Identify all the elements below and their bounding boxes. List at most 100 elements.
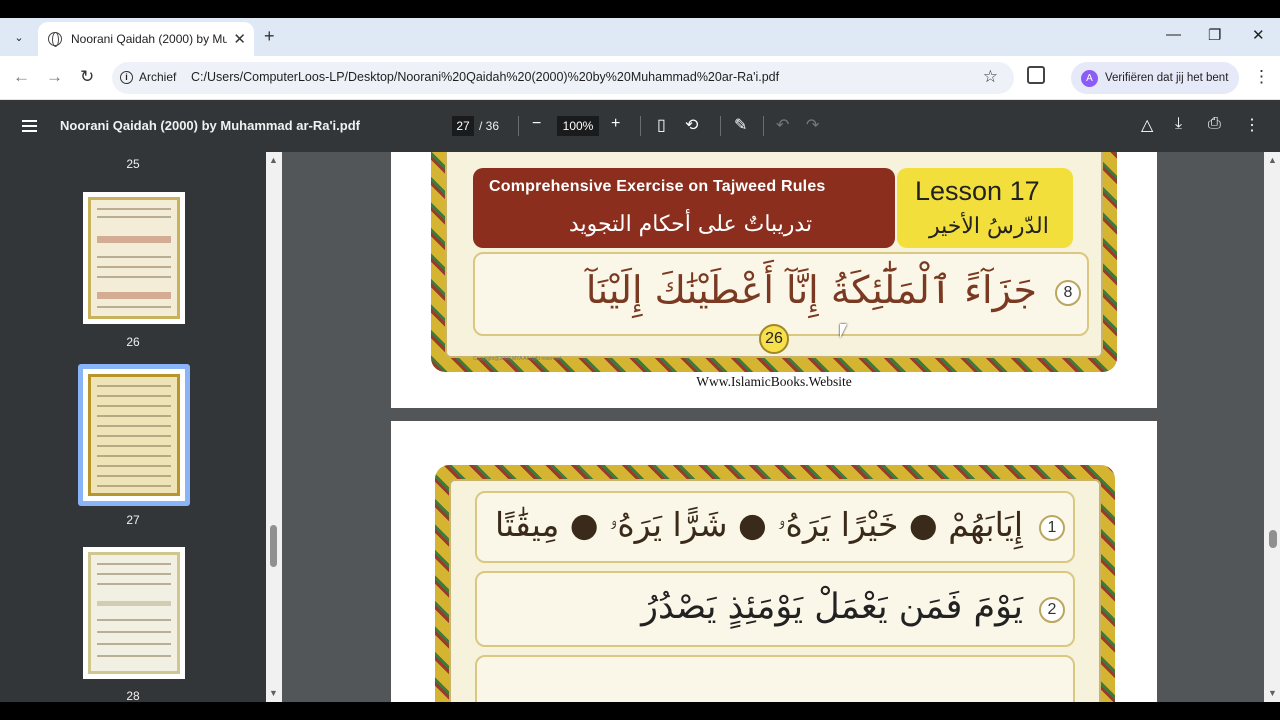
thumbnail-label: 25 [126, 157, 140, 171]
arabic-row-2: يَوْمَ فَمَن يَعْمَلْ يَوْمَئِذٍ يَصْدُر… [475, 571, 1075, 647]
thumbnail-line [97, 563, 171, 565]
thumbnail-line [97, 573, 171, 575]
lesson-arabic: الدّرسُ الأخير [929, 214, 1049, 239]
browser-toolbar: ← → ↻ i Archief C:/Users/ComputerLoos-LP… [0, 56, 1280, 100]
thumbnail-line [97, 292, 171, 299]
scroll-down-arrow[interactable]: ▼ [1268, 688, 1277, 698]
thumbnail-line [97, 455, 171, 457]
viewer-scrollbar-thumb[interactable] [1269, 530, 1277, 548]
sidebar-scrollbar-thumb[interactable] [270, 525, 277, 567]
thumbnail-line [97, 256, 171, 258]
arabic-row-8: جَزَآءً ٱلْمَلَٰٓئِكَةُ إِنَّآ أَعْطَيْن… [473, 252, 1089, 336]
thumbnail-line [97, 435, 171, 437]
restore-button[interactable]: ❐ [1208, 26, 1221, 44]
frame-inner: إِيَابَهُمْ ● خَيْرًا يَرَهُۥ ● شَرًّا ي… [449, 479, 1101, 702]
pdf-page-top: Comprehensive Exercise on Tajweed Rules … [391, 152, 1157, 408]
active-tab[interactable]: Noorani Qaidah (2000) by Muh ✕ [38, 22, 254, 56]
arabic-row-3-partial [475, 655, 1075, 702]
profile-label: Verifiëren dat jij het bent [1105, 72, 1229, 84]
arabic-row-text: جَزَآءً ٱلْمَلَٰٓئِكَةُ إِنَّآ أَعْطَيْن… [585, 268, 1037, 312]
thumbnail-line [97, 276, 171, 278]
thumbnail-content [88, 552, 180, 674]
zoom-out-button[interactable]: − [532, 115, 541, 133]
thumbnail-line [97, 601, 171, 606]
thumbnail-page-27[interactable] [83, 369, 185, 501]
annotate-pen-icon[interactable]: ✎ [734, 115, 747, 135]
row-number: 2 [1039, 597, 1065, 623]
top-black-border [0, 0, 1280, 18]
fit-page-icon[interactable]: ▯ [657, 115, 666, 135]
zoom-input[interactable]: 100% [557, 116, 599, 136]
scroll-down-arrow[interactable]: ▼ [269, 688, 278, 698]
print-icon[interactable]: ⎙ [1208, 115, 1221, 133]
thumbnail-line [97, 619, 171, 621]
thumbnail-label: 28 [126, 689, 140, 703]
thumbnail-sidebar: 25 26 27 28 [0, 152, 266, 703]
sidebar-scrollbar[interactable] [266, 152, 282, 702]
thumbnail-line [97, 415, 171, 417]
tab-strip: ⌄ Noorani Qaidah (2000) by Muh ✕ + — ❐ ✕ [0, 18, 1280, 56]
divider [518, 116, 519, 136]
exercise-heading-box: Comprehensive Exercise on Tajweed Rules … [473, 168, 895, 248]
tab-search-button[interactable]: ⌄ [8, 26, 30, 48]
thumbnail-line [97, 216, 171, 218]
scroll-up-arrow[interactable]: ▲ [269, 155, 278, 165]
thumbnail-line [97, 208, 171, 210]
pdf-page-bottom: إِيَابَهُمْ ● خَيْرًا يَرَهُۥ ● شَرًّا ي… [391, 421, 1157, 702]
back-button[interactable]: ← [13, 67, 30, 87]
page-number-badge: 26 [759, 324, 789, 354]
minimize-button[interactable]: — [1166, 26, 1181, 43]
zoom-in-button[interactable]: + [611, 115, 620, 133]
download-icon[interactable]: ⤓ [1175, 115, 1182, 133]
thumbnail-line [97, 395, 171, 397]
sidebar-toggle-icon[interactable] [22, 120, 37, 132]
thumbnail-line [97, 631, 171, 633]
page-number-input[interactable]: 27 [452, 116, 474, 136]
info-icon: i [120, 70, 133, 84]
heading-english: Comprehensive Exercise on Tajweed Rules [489, 178, 826, 195]
row-number: 1 [1039, 515, 1065, 541]
thumbnail-line [97, 583, 171, 585]
heading-arabic: تدريباتٌ على أحكام التجويد [569, 212, 813, 237]
extensions-icon[interactable] [1027, 66, 1045, 84]
divider [640, 116, 641, 136]
address-bar[interactable]: i Archief C:/Users/ComputerLoos-LP/Deskt… [112, 62, 1014, 94]
thumbnail-line [97, 485, 171, 487]
document-title: Noorani Qaidah (2000) by Muhammad ar-Ra'… [60, 118, 360, 133]
scroll-up-arrow[interactable]: ▲ [1268, 155, 1277, 165]
bottom-black-border [0, 702, 1280, 720]
save-to-drive-icon[interactable]: △ [1141, 115, 1153, 135]
thumbnail-line [97, 306, 171, 308]
forward-button[interactable]: → [46, 67, 63, 87]
close-window-button[interactable]: ✕ [1252, 26, 1265, 44]
arabic-row-1: إِيَابَهُمْ ● خَيْرًا يَرَهُۥ ● شَرًّا ي… [475, 491, 1075, 563]
bookmark-star-icon[interactable]: ☆ [983, 67, 998, 87]
row-number: 8 [1055, 280, 1081, 306]
thumbnail-line [97, 643, 171, 645]
avatar: A [1081, 69, 1098, 87]
url-text[interactable]: C:/Users/ComputerLoos-LP/Desktop/Noorani… [191, 70, 779, 84]
pdf-viewer[interactable]: Comprehensive Exercise on Tajweed Rules … [282, 152, 1264, 702]
site-info-chip[interactable]: i Archief [120, 70, 176, 84]
pdf-toolbar: Noorani Qaidah (2000) by Muhammad ar-Ra'… [0, 100, 1280, 152]
site-chip-label: Archief [139, 70, 177, 84]
thumbnail-line [97, 236, 171, 243]
more-options-icon[interactable]: ⋮ [1244, 115, 1260, 135]
copyright-text: Copyright@2000 MYA All right reserved [473, 356, 561, 362]
redo-icon[interactable]: ↷ [806, 115, 819, 135]
rotate-icon[interactable]: ⟲ [685, 115, 698, 135]
new-tab-button[interactable]: + [264, 26, 275, 47]
arabic-row-text: إِيَابَهُمْ ● خَيْرًا يَرَهُۥ ● شَرًّا ي… [494, 505, 1023, 544]
tab-title: Noorani Qaidah (2000) by Muh [71, 32, 227, 46]
divider [763, 116, 764, 136]
thumbnail-page-26[interactable] [83, 192, 185, 324]
thumbnail-content [88, 374, 180, 496]
close-tab-icon[interactable]: ✕ [233, 30, 246, 48]
browser-menu-icon[interactable]: ⋮ [1253, 67, 1270, 87]
viewer-scrollbar[interactable] [1264, 152, 1280, 702]
undo-icon[interactable]: ↶ [776, 115, 789, 135]
reload-button[interactable]: ↻ [80, 67, 94, 87]
ornamental-frame: إِيَابَهُمْ ● خَيْرًا يَرَهُۥ ● شَرًّا ي… [435, 465, 1115, 702]
profile-chip[interactable]: A Verifiëren dat jij het bent [1071, 62, 1239, 94]
thumbnail-page-28[interactable] [83, 547, 185, 679]
